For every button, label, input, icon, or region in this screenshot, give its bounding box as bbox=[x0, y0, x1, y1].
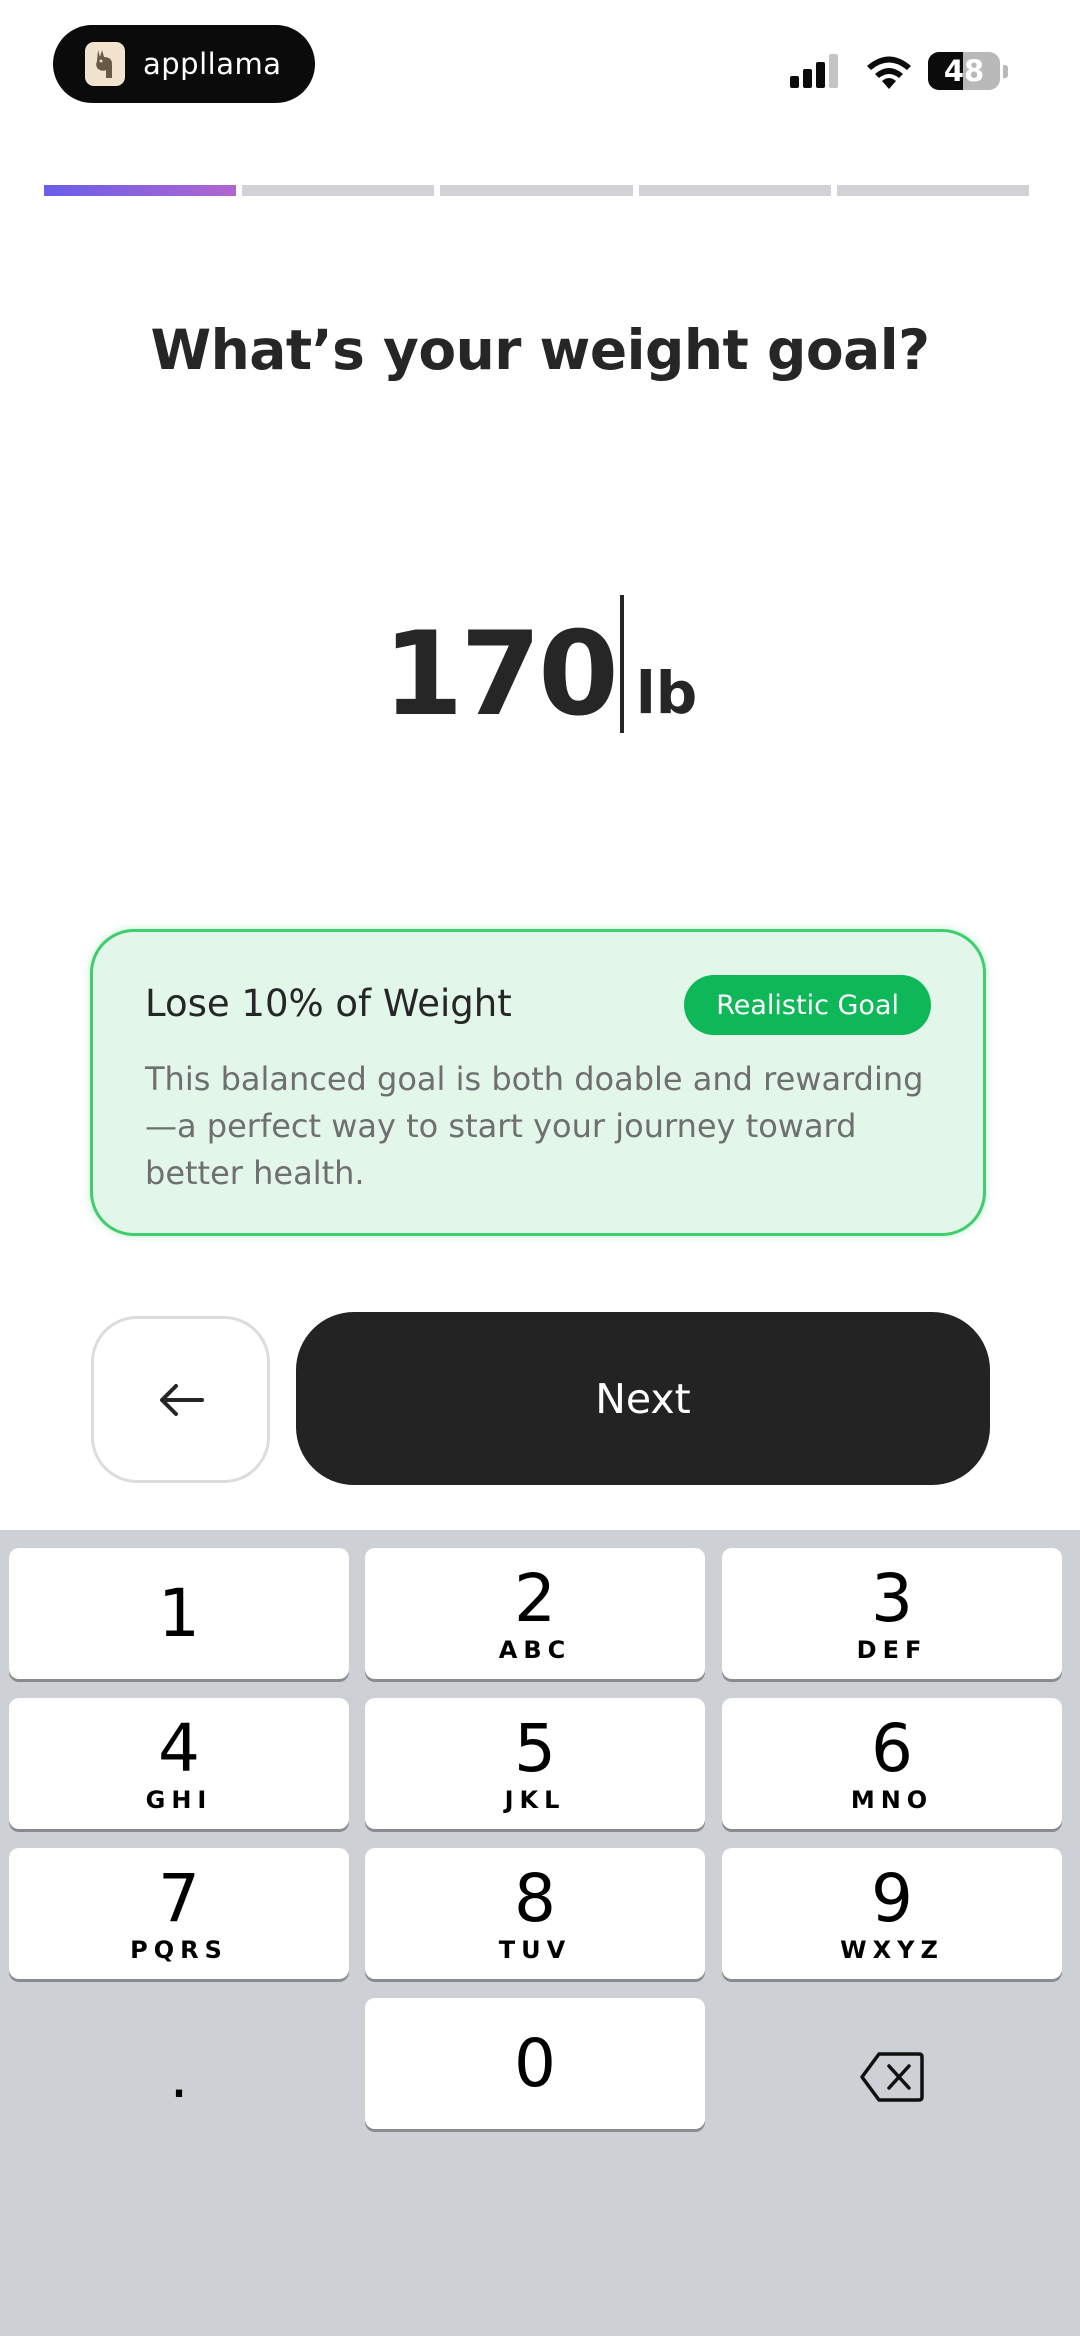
key-0[interactable]: 0 bbox=[365, 1998, 705, 2129]
weight-value: 170 bbox=[382, 607, 619, 742]
battery-icon: 48 bbox=[928, 52, 1000, 90]
arrow-left-icon bbox=[159, 1383, 204, 1416]
key-letters: MNO bbox=[850, 1785, 934, 1814]
key-digit: 1 bbox=[158, 1574, 200, 1652]
back-button[interactable] bbox=[91, 1316, 270, 1483]
key-5[interactable]: 5 JKL bbox=[365, 1698, 705, 1829]
delete-key[interactable] bbox=[722, 2011, 1062, 2142]
goal-card-description: This balanced goal is both doable and re… bbox=[145, 1060, 924, 1192]
key-letters: GHI bbox=[145, 1785, 213, 1814]
numeric-keypad: 1 2 ABC 3 DEF 4 GHI 5 JKL 6 MNO 7 PQRS 8 TUV 9 WXYZ 0 . bbox=[0, 1530, 1080, 2336]
key-letters: TUV bbox=[498, 1935, 572, 1964]
key-letters: JKL bbox=[504, 1785, 566, 1814]
key-digit: 7 bbox=[158, 1859, 200, 1937]
status-icons: 48 bbox=[790, 52, 1008, 90]
key-digit: 9 bbox=[871, 1859, 913, 1937]
key-3[interactable]: 3 DEF bbox=[722, 1548, 1062, 1679]
key-9[interactable]: 9 WXYZ bbox=[722, 1848, 1062, 1979]
progress-segment-3 bbox=[440, 185, 633, 196]
key-digit: 2 bbox=[514, 1559, 556, 1637]
goal-card-title: Lose 10% of Weight bbox=[145, 982, 512, 1025]
key-digit: 3 bbox=[871, 1559, 913, 1637]
weight-unit: lb bbox=[635, 659, 698, 727]
llama-logo-icon bbox=[85, 42, 125, 86]
weight-input[interactable]: 170 lb bbox=[0, 595, 1080, 733]
battery-level: 48 bbox=[943, 54, 985, 88]
key-6[interactable]: 6 MNO bbox=[722, 1698, 1062, 1829]
decimal-key-label: . bbox=[169, 2041, 189, 2112]
goal-info-card: Lose 10% of Weight Realistic Goal This b… bbox=[90, 929, 986, 1236]
key-1[interactable]: 1 bbox=[9, 1548, 349, 1679]
key-digit: 4 bbox=[158, 1709, 200, 1787]
onboarding-progress bbox=[44, 185, 1030, 196]
key-8[interactable]: 8 TUV bbox=[365, 1848, 705, 1979]
wifi-icon bbox=[867, 56, 911, 89]
key-letters: PQRS bbox=[130, 1935, 228, 1964]
cellular-signal-icon bbox=[790, 54, 838, 88]
backspace-icon bbox=[860, 2051, 924, 2102]
decimal-key[interactable]: . bbox=[9, 2011, 349, 2142]
app-indicator-pill[interactable]: appllama bbox=[53, 25, 315, 103]
page-title: What’s your weight goal? bbox=[150, 318, 930, 382]
key-letters: ABC bbox=[498, 1635, 572, 1664]
progress-segment-4 bbox=[638, 185, 831, 196]
text-caret bbox=[619, 595, 624, 733]
next-button[interactable]: Next bbox=[296, 1312, 990, 1485]
app-pill-label: appllama bbox=[143, 47, 282, 81]
progress-segment-1 bbox=[44, 185, 237, 196]
progress-segment-5 bbox=[836, 185, 1030, 196]
progress-segment-2 bbox=[242, 185, 435, 196]
key-letters: WXYZ bbox=[840, 1935, 944, 1964]
realistic-goal-badge: Realistic Goal bbox=[684, 975, 931, 1035]
key-digit: 6 bbox=[871, 1709, 913, 1787]
battery-tip bbox=[1003, 64, 1008, 78]
key-2[interactable]: 2 ABC bbox=[365, 1548, 705, 1679]
key-7[interactable]: 7 PQRS bbox=[9, 1848, 349, 1979]
key-letters: DEF bbox=[856, 1635, 928, 1664]
key-digit: 5 bbox=[514, 1709, 556, 1787]
key-digit: 8 bbox=[514, 1859, 556, 1937]
key-digit: 0 bbox=[514, 2024, 556, 2102]
key-4[interactable]: 4 GHI bbox=[9, 1698, 349, 1829]
